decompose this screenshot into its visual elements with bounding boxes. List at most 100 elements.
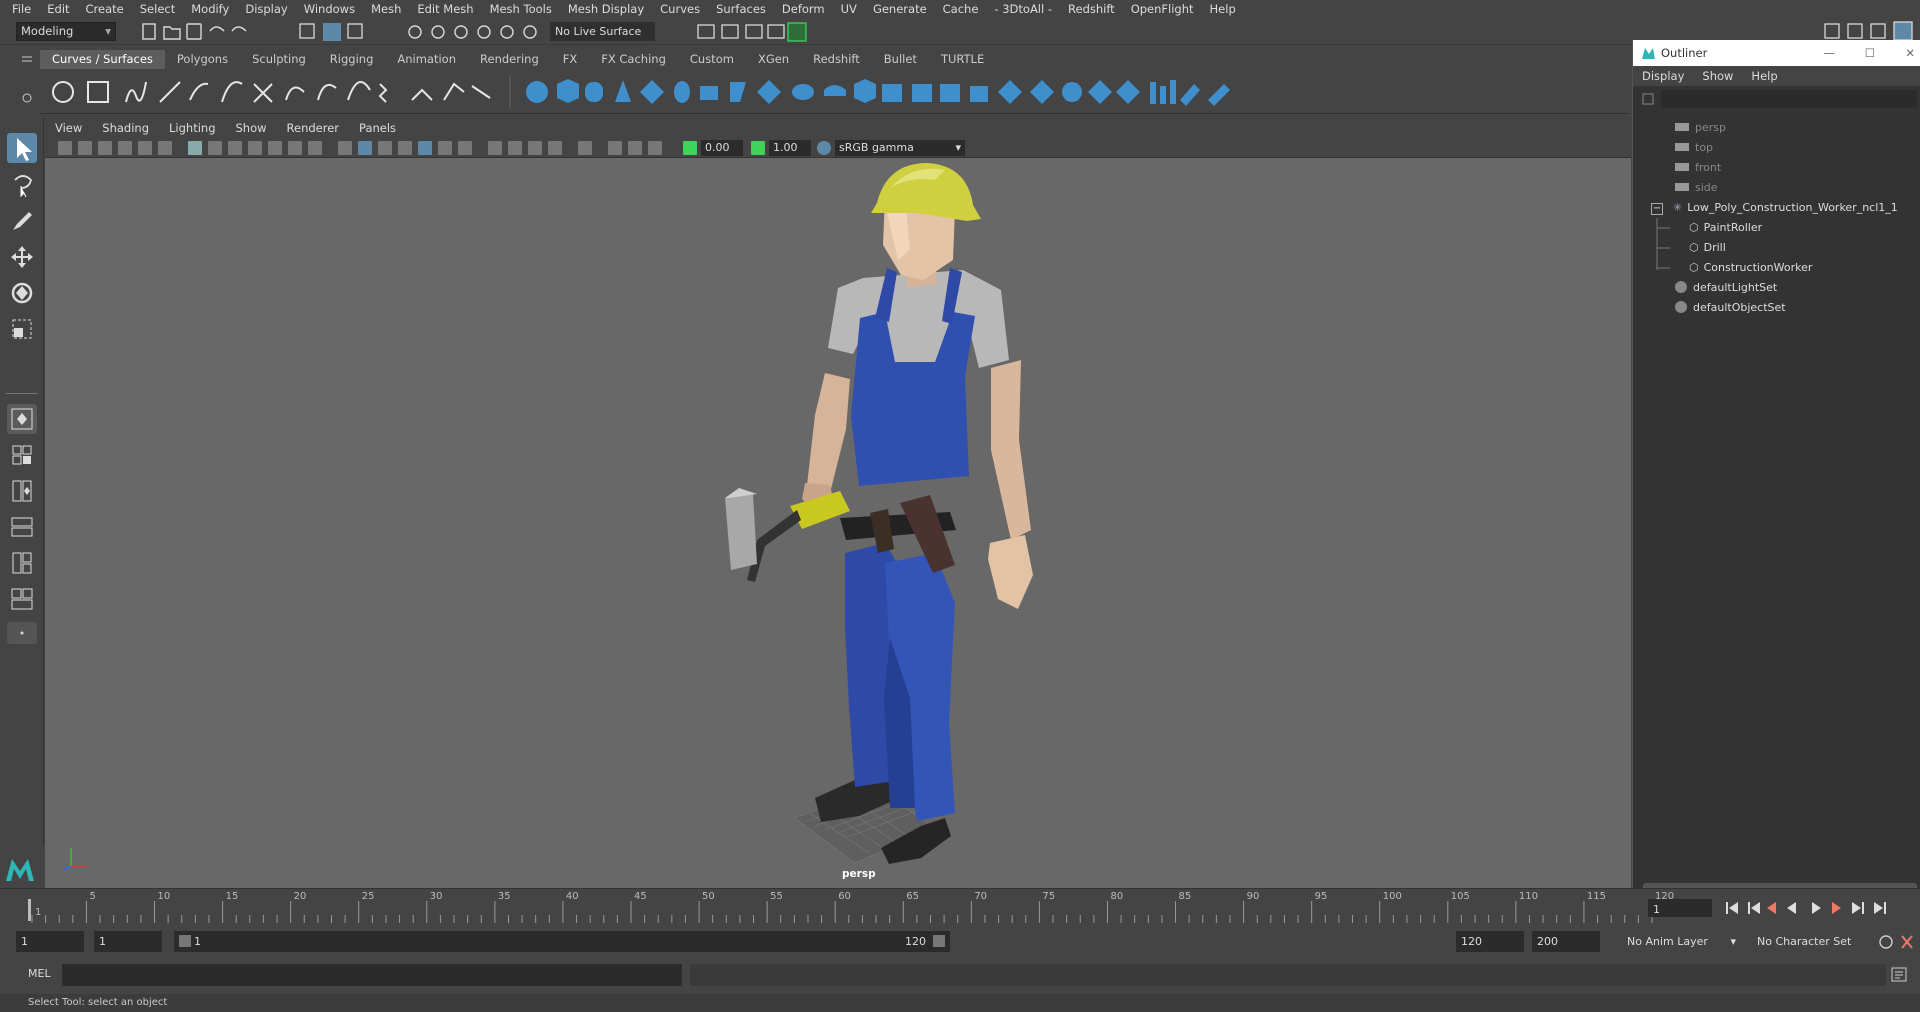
panel-menu-renderer[interactable]: Renderer	[277, 121, 350, 135]
minimize-icon[interactable]: —	[1824, 40, 1836, 66]
xray-icon[interactable]	[608, 141, 622, 155]
menu-deform[interactable]: Deform	[774, 2, 833, 16]
wireframe-on-shaded-icon[interactable]	[398, 141, 412, 155]
motion-blur-icon[interactable]	[508, 141, 522, 155]
gamma-field[interactable]: 1.00	[769, 140, 811, 156]
menu-mesh-display[interactable]: Mesh Display	[560, 2, 652, 16]
panel-menu-panels[interactable]: Panels	[349, 121, 406, 135]
menu-create[interactable]: Create	[78, 2, 132, 16]
resolution-gate-icon[interactable]	[228, 141, 242, 155]
menu-edit-mesh[interactable]: Edit Mesh	[409, 2, 481, 16]
shelf-tab-sculpting[interactable]: Sculpting	[240, 50, 318, 69]
collapse-icon[interactable]: −	[1651, 203, 1663, 215]
menu-select[interactable]: Select	[132, 2, 183, 16]
outliner-item-front[interactable]: front	[1675, 158, 1721, 178]
lasso-tool-button[interactable]	[7, 170, 37, 200]
playback-start-field[interactable]: 1	[94, 931, 162, 952]
persp-outliner-graph-layout-button[interactable]	[7, 584, 37, 614]
command-input[interactable]	[62, 964, 682, 986]
panel-menu-show[interactable]: Show	[226, 121, 277, 135]
exposure-field[interactable]: 0.00	[701, 140, 743, 156]
smooth-shade-icon[interactable]	[358, 141, 372, 155]
filter-icon[interactable]	[1641, 92, 1655, 106]
xray-joints-icon[interactable]	[648, 141, 662, 155]
wireframe-icon[interactable]	[338, 141, 352, 155]
shelf-tab-xgen[interactable]: XGen	[746, 50, 801, 69]
menu-mesh-tools[interactable]: Mesh Tools	[482, 2, 560, 16]
use-all-lights-icon[interactable]	[438, 141, 452, 155]
isolate-select-icon[interactable]	[578, 141, 592, 155]
safe-action-icon[interactable]	[288, 141, 302, 155]
panel-menu-view[interactable]: View	[45, 121, 92, 135]
scene-start-field[interactable]: 1	[16, 931, 84, 952]
bookmark-icon[interactable]	[98, 141, 112, 155]
film-gate-icon[interactable]	[208, 141, 222, 155]
perspective-viewport[interactable]	[45, 158, 1631, 888]
color-management-icon[interactable]	[817, 141, 831, 155]
shelf-tab-rendering[interactable]: Rendering	[468, 50, 551, 69]
outliner-menu-help[interactable]: Help	[1742, 69, 1786, 83]
toolbox-more-button[interactable]	[7, 622, 37, 644]
range-start-handle[interactable]	[179, 935, 191, 947]
gate-mask-icon[interactable]	[248, 141, 262, 155]
menu-display[interactable]: Display	[237, 2, 295, 16]
script-language-label[interactable]: MEL	[28, 967, 51, 980]
outliner-item-side[interactable]: side	[1675, 178, 1718, 198]
panel-menu-lighting[interactable]: Lighting	[159, 121, 225, 135]
exposure-icon[interactable]	[683, 141, 697, 155]
range-slider-bar[interactable]: 1 120	[174, 931, 950, 952]
outliner-item-defaultobjectset[interactable]: defaultObjectSet	[1675, 298, 1786, 318]
four-view-button[interactable]	[7, 440, 37, 470]
outliner-search-input[interactable]	[1661, 90, 1917, 108]
menu-surfaces[interactable]: Surfaces	[708, 2, 774, 16]
rotate-tool-button[interactable]	[7, 278, 37, 308]
menu-help[interactable]: Help	[1202, 2, 1244, 16]
scene-end-field[interactable]: 200	[1532, 931, 1600, 952]
menu-3dtoall[interactable]: - 3DtoAll -	[986, 2, 1060, 16]
menu-redshift[interactable]: Redshift	[1060, 2, 1123, 16]
menu-mesh[interactable]: Mesh	[363, 2, 409, 16]
anim-layer-dropdown[interactable]: No Anim Layer ▾	[1622, 931, 1740, 952]
menu-edit[interactable]: Edit	[39, 2, 77, 16]
outliner-menu-show[interactable]: Show	[1693, 69, 1742, 83]
paint-select-tool-button[interactable]	[7, 206, 37, 236]
shelf-tab-fx[interactable]: FX	[551, 50, 590, 69]
shadows-icon[interactable]	[458, 141, 472, 155]
move-tool-button[interactable]	[7, 242, 37, 272]
outliner-item-group[interactable]: − ✳ Low_Poly_Construction_Worker_ncl1_1	[1651, 198, 1898, 218]
script-editor-icon[interactable]	[1890, 966, 1910, 984]
xray-active-icon[interactable]	[628, 141, 642, 155]
hypershade-layout-button[interactable]	[7, 548, 37, 578]
shelf-tab-custom[interactable]: Custom	[678, 50, 746, 69]
outliner-item-constructionworker[interactable]: ⬡ ConstructionWorker	[1689, 258, 1812, 278]
safe-title-icon[interactable]	[308, 141, 322, 155]
outliner-item-persp[interactable]: persp	[1675, 118, 1726, 138]
menu-cache[interactable]: Cache	[935, 2, 987, 16]
shelf-tab-redshift[interactable]: Redshift	[801, 50, 872, 69]
depth-of-field-icon[interactable]	[548, 141, 562, 155]
image-plane-icon[interactable]	[118, 141, 132, 155]
shelf-tab-polygons[interactable]: Polygons	[165, 50, 240, 69]
outliner-item-paintroller[interactable]: ⬡ PaintRoller	[1689, 218, 1762, 238]
outliner-item-defaultlightset[interactable]: defaultLightSet	[1675, 278, 1777, 298]
select-camera-icon[interactable]	[58, 141, 72, 155]
select-tool-button[interactable]	[7, 133, 37, 163]
shelf-settings-icon[interactable]	[20, 78, 34, 108]
shelf-options-icon[interactable]	[20, 52, 34, 66]
screen-space-ao-icon[interactable]	[488, 141, 502, 155]
outliner-item-drill[interactable]: ⬡ Drill	[1689, 238, 1726, 258]
close-icon[interactable]: ✕	[1905, 40, 1915, 66]
single-perspective-view-button[interactable]	[7, 404, 37, 434]
time-slider[interactable]: 1 5 10 15 20 25 30 35 40 45 50 55 60 65 70 75 80 85 90 95 10…	[0, 888, 1920, 924]
shelf-tab-rigging[interactable]: Rigging	[318, 50, 386, 69]
menu-windows[interactable]: Windows	[296, 2, 363, 16]
shelf-tab-bullet[interactable]: Bullet	[872, 50, 929, 69]
outliner-menu-display[interactable]: Display	[1633, 69, 1693, 83]
persp-graph-layout-button[interactable]	[7, 512, 37, 542]
textured-icon[interactable]	[418, 141, 432, 155]
menu-generate[interactable]: Generate	[865, 2, 935, 16]
shelf-tab-animation[interactable]: Animation	[385, 50, 468, 69]
shelf-tab-turtle[interactable]: TURTLE	[929, 50, 996, 69]
current-frame-field[interactable]: 1	[1648, 899, 1712, 917]
menu-file[interactable]: File	[4, 2, 39, 16]
